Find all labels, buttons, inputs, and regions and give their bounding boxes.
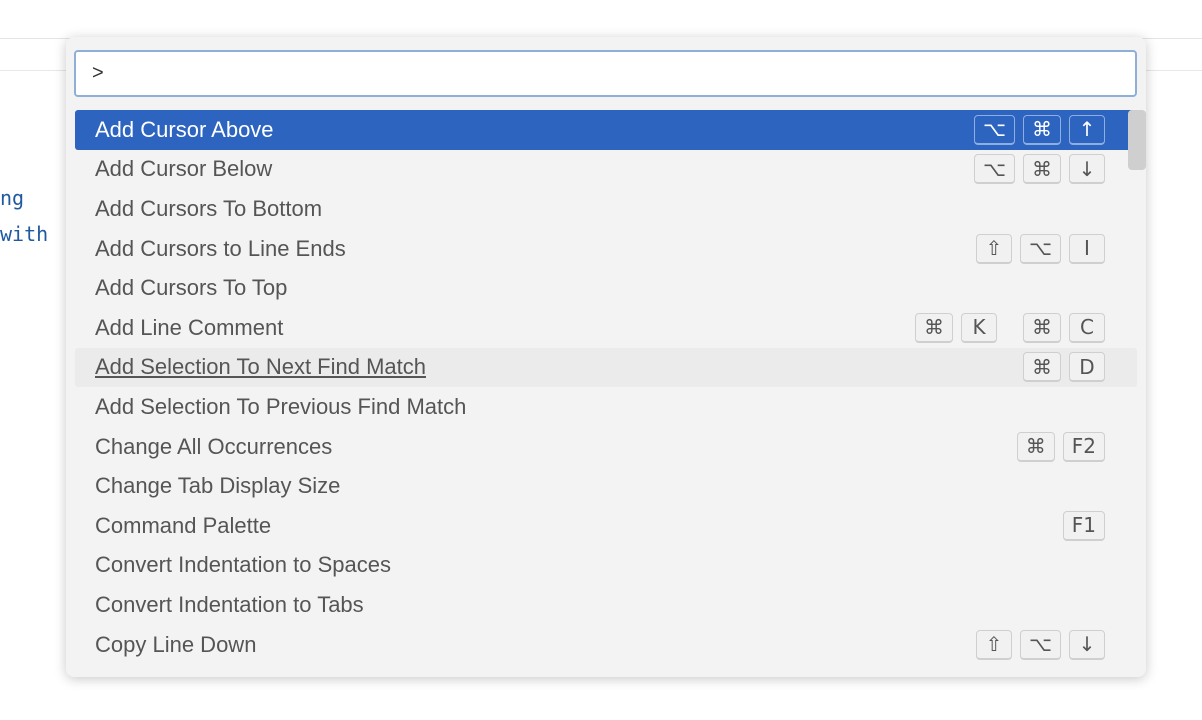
command-label: Add Cursor Above [95,116,274,142]
keycap: ⌥ [1019,233,1061,264]
keycap: ⇧ [975,233,1012,264]
keycap: ↑ [1069,114,1105,145]
command-item[interactable]: Command Palette F1 [75,506,1137,546]
command-item[interactable]: Add Cursors to Line Ends ⇧ ⌥ I [75,229,1137,269]
command-palette: Add Cursor Above⌥⌘↑Add Cursor Below⌥⌘↓Ad… [66,37,1146,677]
command-item[interactable]: Change All Occurrences ⌘ F2 [75,427,1137,467]
command-input[interactable] [90,61,1135,86]
command-item[interactable]: Add Cursors To Bottom [75,189,1137,229]
keybinding: ⌘ D [1023,348,1105,388]
command-label: Add Selection To Next Find Match [95,354,426,380]
keycap: K [961,312,997,343]
command-label: Convert Indentation to Spaces [95,552,391,578]
command-label: Change Tab Display Size [95,473,341,499]
command-label: Change All Occurrences [95,433,333,459]
command-label: Convert Indentation to Tabs [95,591,364,617]
keycap: ⌥ [973,114,1015,145]
keycap: D [1069,352,1105,383]
command-label: Add Selection To Previous Find Match [95,393,467,419]
keycap: ⌘ [915,312,953,343]
keycap: ⌥ [973,154,1015,185]
keybinding: ⇧ ⌥ ↓ [975,625,1105,665]
keybinding: ⌥ ⌘ ↑ [973,110,1105,150]
command-item[interactable]: Convert Indentation to Tabs [75,585,1137,625]
keycap: F1 [1062,510,1105,541]
keycap: ⌘ [1023,352,1061,383]
command-label: Add Cursors To Bottom [95,195,323,221]
command-item[interactable]: Add Selection To Next Find Match ⌘ D [75,347,1137,388]
keycap: ⌘ [1023,154,1061,185]
keycap: ⌘ [1023,312,1061,343]
editor-top-bar [0,0,1202,39]
command-label: Command Palette [95,512,272,538]
command-list: Add Cursor Above ⌥ ⌘ ↑ Add Cursor Below ⌥ ⌘ ↓ Ad… [75,110,1137,677]
command-label: Add Line Comment [95,314,284,340]
scrollbar-thumb[interactable] [1128,110,1146,170]
command-item[interactable]: Convert Indentation to Spaces [75,546,1137,586]
keybinding: ⌘ F2 [1016,427,1105,467]
keycap: C [1069,312,1105,343]
code-line: with [0,222,49,246]
command-item[interactable]: Add Cursor Below ⌥ ⌘ ↓ [75,150,1137,190]
command-input-wrapper [74,50,1137,97]
command-item[interactable]: Add Cursor Above ⌥ ⌘ ↑ [75,110,1137,150]
keybinding: F1 [1062,506,1105,546]
command-label: Add Cursors to Line Ends [95,235,346,261]
keycap: I [1069,233,1105,264]
keycap: ⇧ [975,629,1012,660]
code-line: ng [0,186,25,210]
command-item[interactable]: Change Tab Display Size [75,466,1137,506]
command-label: Add Cursors To Top [95,275,288,301]
command-label: Copy Line Down [95,631,257,657]
keycap: ↓ [1069,629,1105,660]
keybinding: ⌘ K ⌘ C [915,308,1105,348]
keycap: ⌘ [1023,114,1061,145]
keycap: ↓ [1069,154,1105,185]
command-item[interactable]: Add Selection To Previous Find Match [75,387,1137,427]
keycap: ⌥ [1019,629,1061,660]
command-item[interactable]: Add Line Comment ⌘ K ⌘ C [75,308,1137,348]
keybinding: ⌥ ⌘ ↓ [973,150,1105,190]
keycap: F2 [1062,431,1105,462]
command-item[interactable]: Copy Line Down ⇧ ⌥ ↓ [75,625,1137,665]
keycap: ⌘ [1016,431,1055,462]
keybinding: ⇧ ⌥ I [975,229,1105,269]
command-label: Add Cursor Below [95,156,273,182]
command-item[interactable]: Add Cursors To Top [75,268,1137,308]
